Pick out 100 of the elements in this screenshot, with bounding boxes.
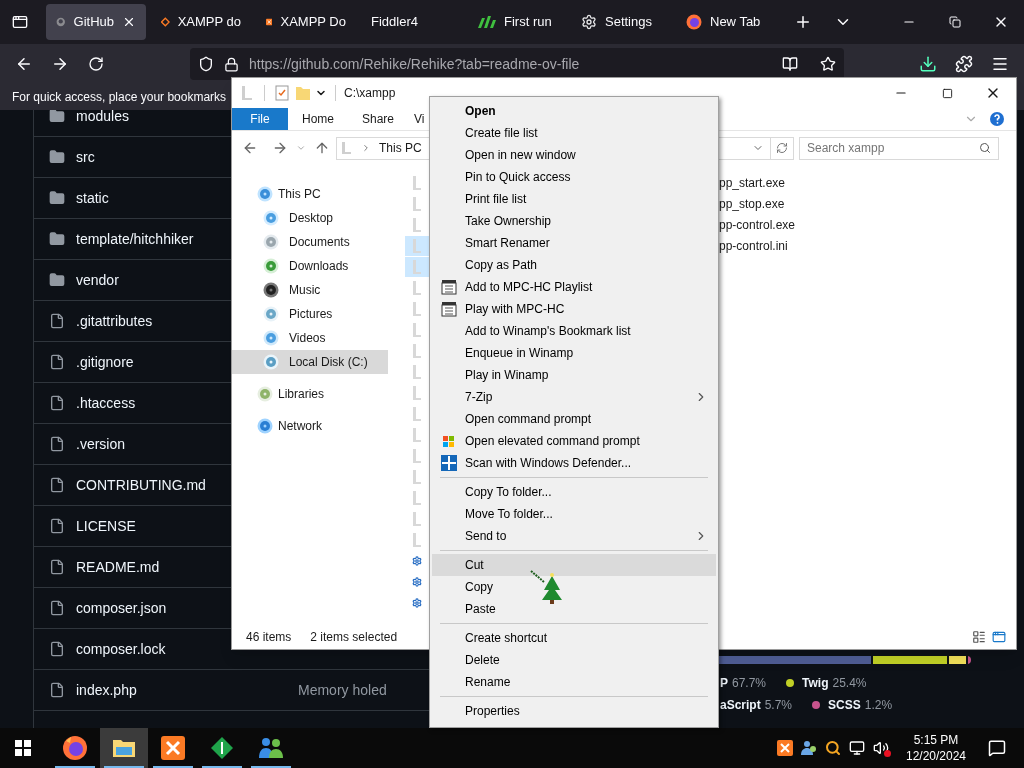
file-name[interactable]: pp_start.exe <box>719 173 786 192</box>
menu-item[interactable]: Add to MPC-HC Playlist <box>432 276 716 298</box>
file-link[interactable]: .gitignore <box>76 353 134 370</box>
file-link[interactable]: modules <box>76 110 129 124</box>
browser-tab[interactable]: XAMPP do <box>151 4 251 40</box>
star-icon[interactable] <box>820 56 836 72</box>
forward-button[interactable] <box>272 140 288 156</box>
file-link[interactable]: LICENSE <box>76 517 136 534</box>
back-button[interactable] <box>242 140 258 156</box>
browser-tab[interactable]: New Tab <box>676 4 776 40</box>
file-link[interactable]: .gitattributes <box>76 312 153 329</box>
menu-item[interactable]: Enqueue in Winamp <box>432 342 716 364</box>
tree-item[interactable]: Pictures <box>232 302 388 326</box>
language-name[interactable]: Twig <box>802 674 829 692</box>
menu-item[interactable]: Rename <box>432 671 716 693</box>
menu-item[interactable]: Play with MPC-HC <box>432 298 716 320</box>
tree-item[interactable]: Videos <box>232 326 388 350</box>
menu-item[interactable]: Move To folder... <box>432 503 716 525</box>
people-tray-icon[interactable] <box>801 740 817 756</box>
menu-item[interactable]: Scan with Windows Defender... <box>432 452 716 474</box>
tree-item[interactable]: Downloads <box>232 254 388 278</box>
menu-item[interactable]: Copy <box>432 576 716 598</box>
file-link[interactable]: composer.json <box>76 599 167 616</box>
menu-item[interactable]: Add to Winamp's Bookmark list <box>432 320 716 342</box>
menu-item[interactable]: Cut <box>432 554 716 576</box>
ribbon-tab[interactable]: File <box>232 108 288 130</box>
file-name[interactable]: pp_stop.exe <box>719 194 785 213</box>
clock-date[interactable]: 12/20/2024 <box>905 748 967 764</box>
help-icon[interactable] <box>990 112 1004 126</box>
properties-icon[interactable] <box>275 85 289 101</box>
menu-item[interactable]: Create shortcut <box>432 627 716 649</box>
tree-item[interactable]: This PC <box>232 182 388 206</box>
tree-item[interactable]: Desktop <box>232 206 388 230</box>
file-name[interactable]: pp-control.ini <box>719 236 788 255</box>
menu-item[interactable]: Open in new window <box>432 144 716 166</box>
volume-muted-icon[interactable] <box>873 740 889 756</box>
disc-icon <box>257 186 273 202</box>
language-name[interactable]: SCSS <box>828 696 861 714</box>
file-link[interactable]: template/hitchhiker <box>76 230 194 247</box>
tree-item[interactable]: Local Disk (C:) <box>232 350 388 374</box>
menu-item[interactable]: Open command prompt <box>432 408 716 430</box>
file-link[interactable]: CONTRIBUTING.md <box>76 476 206 493</box>
search-field[interactable]: Search xampp <box>799 136 999 160</box>
menu-item[interactable]: Copy as Path <box>432 254 716 276</box>
language-name[interactable]: aScript <box>720 696 761 714</box>
file-link[interactable]: vendor <box>76 271 119 288</box>
plus-icon <box>794 13 812 31</box>
menu-item[interactable]: Delete <box>432 649 716 671</box>
menu-item[interactable]: Pin to Quick access <box>432 166 716 188</box>
tree-item[interactable]: Music <box>232 278 388 302</box>
menu-item[interactable]: 7-Zip <box>432 386 716 408</box>
bookmarks-hint: For quick access, place your bookmarks <box>12 89 227 106</box>
close-icon[interactable] <box>122 15 136 29</box>
ribbon-tab[interactable]: Share <box>348 108 409 130</box>
reader-icon[interactable] <box>782 56 798 72</box>
menu-item[interactable]: Play in Winamp <box>432 364 716 386</box>
up-button[interactable] <box>314 140 330 156</box>
menu-item[interactable]: Print file list <box>432 188 716 210</box>
menu-item[interactable]: Open elevated command prompt <box>432 430 716 452</box>
tree-item[interactable]: Libraries <box>232 382 388 406</box>
tree-item[interactable]: Documents <box>232 230 388 254</box>
menu-item[interactable]: Open <box>432 100 716 122</box>
globe-icon <box>257 418 273 434</box>
search-tray-icon[interactable] <box>825 740 841 756</box>
url-field[interactable]: https://github.com/Rehike/Rehike?tab=readme-ov-file <box>190 48 844 80</box>
file-name[interactable]: pp-control.exe <box>719 215 796 234</box>
file-icon <box>412 237 422 254</box>
browser-tab[interactable]: Fiddler4 <box>361 4 461 40</box>
clock-time[interactable]: 5:15 PM <box>913 732 959 748</box>
ribbon-tab[interactable]: Home <box>288 108 348 130</box>
file-icon <box>412 321 422 338</box>
file-link[interactable]: src <box>76 148 95 165</box>
file-link[interactable]: .version <box>76 435 126 452</box>
file-link[interactable]: .htaccess <box>76 394 136 411</box>
browser-tab[interactable]: First run <box>466 4 566 40</box>
network-icon[interactable] <box>849 740 865 756</box>
commit-message[interactable]: Memory holed <box>298 679 387 701</box>
menu-item[interactable]: Copy To folder... <box>432 481 716 503</box>
tree-item[interactable]: Network <box>232 414 388 438</box>
browser-tab[interactable]: Settings <box>571 4 671 40</box>
browser-tab[interactable]: GitHub <box>46 4 146 40</box>
menu-item[interactable]: Paste <box>432 598 716 620</box>
browser-tab[interactable]: XAMPP Do <box>256 4 356 40</box>
menu-item[interactable]: Smart Renamer <box>432 232 716 254</box>
file-link[interactable]: composer.lock <box>76 640 166 657</box>
xampp-tray-icon[interactable] <box>777 740 793 756</box>
file-link[interactable]: index.php <box>76 681 137 698</box>
ribbon-tab[interactable]: Vi <box>408 108 425 130</box>
folder-icon <box>49 149 65 165</box>
file-link[interactable]: static <box>76 189 109 206</box>
refresh-icon[interactable] <box>776 142 788 154</box>
menu-item[interactable]: Send to <box>432 525 716 547</box>
menu-item[interactable]: Create file list <box>432 122 716 144</box>
large-icons-view-icon[interactable] <box>992 630 1006 644</box>
menu-item[interactable]: Properties <box>432 700 716 722</box>
details-view-icon[interactable] <box>972 630 986 644</box>
menu-item[interactable]: Take Ownership <box>432 210 716 232</box>
language-name[interactable]: P <box>720 674 728 692</box>
taskbar-app[interactable] <box>100 728 148 768</box>
file-link[interactable]: README.md <box>76 558 160 575</box>
